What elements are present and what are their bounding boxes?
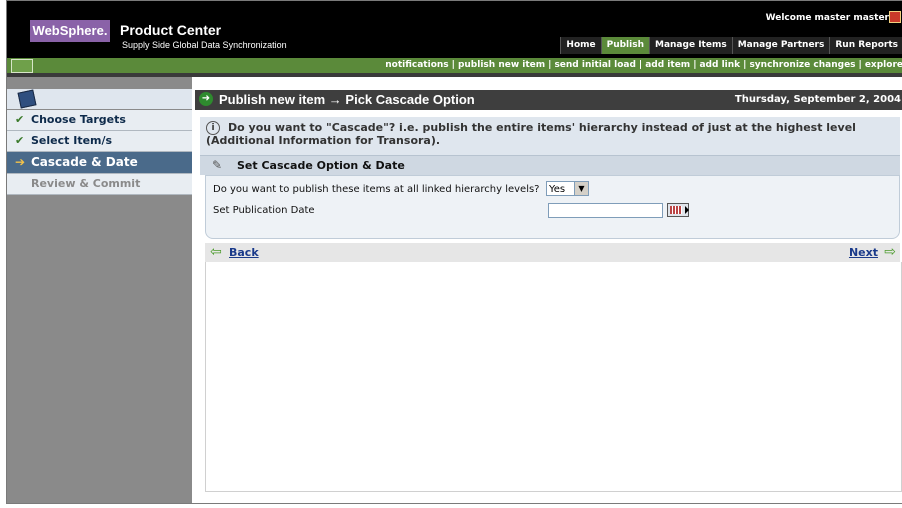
tab-manage-items[interactable]: Manage Items (649, 37, 732, 54)
cascade-form: Do you want to publish these items at al… (205, 175, 900, 239)
content-area (205, 262, 902, 492)
arrow-right-icon: ➔ (15, 155, 26, 169)
section-title: Set Cascade Option & Date (237, 159, 405, 172)
tab-run-reports[interactable]: Run Reports (829, 37, 902, 54)
action-bar: notifications | publish new item | send init… (7, 58, 902, 73)
sidebar-item-choose-targets[interactable]: ✔ Choose Targets (7, 110, 192, 131)
workflow-icon[interactable] (11, 59, 33, 73)
calendar-button[interactable] (667, 203, 689, 217)
back-arrow-icon[interactable]: ⇦ (210, 245, 222, 259)
sidebar-item-select-items[interactable]: ✔ Select Item/s (7, 131, 192, 152)
websphere-logo: WebSphere. (30, 20, 110, 42)
link-notifications[interactable]: notifications (385, 60, 448, 70)
cascade-select[interactable]: Yes ▼ (546, 181, 589, 196)
wizard-nav: ⇦ Back Next ⇨ (205, 243, 900, 262)
calendar-icon (670, 206, 682, 214)
welcome-text: Welcome master master (765, 13, 889, 23)
sidebar-item-label: Choose Targets (31, 113, 126, 126)
main-tabs: Home Publish Manage Items Manage Partner… (560, 37, 902, 54)
header: WebSphere. Product Center Supply Side Gl… (7, 1, 902, 58)
section-header: ✎ Set Cascade Option & Date (200, 155, 900, 175)
date-label: Set Publication Date (213, 205, 315, 216)
sidebar-item-label: Review & Commit (31, 177, 141, 190)
link-publish-new-item[interactable]: publish new item (458, 60, 545, 70)
sidebar-item-label: Cascade & Date (31, 155, 138, 169)
arrow-circle-icon: ➜ (199, 92, 213, 106)
link-add-item[interactable]: add item (645, 60, 690, 70)
sidebar-item-label: Select Item/s (31, 134, 113, 147)
app-window: WebSphere. Product Center Supply Side Gl… (6, 0, 902, 504)
sidebar-header (7, 89, 192, 109)
back-link[interactable]: Back (229, 243, 259, 262)
page-title: Publish new item → Pick Cascade Option (219, 92, 475, 107)
next-link[interactable]: Next (849, 243, 878, 262)
link-add-link[interactable]: add link (699, 60, 740, 70)
link-send-initial-load[interactable]: send initial load (554, 60, 635, 70)
product-name: Product Center (120, 22, 222, 38)
check-icon: ✔ (15, 134, 25, 147)
arrow-right-icon (685, 206, 689, 214)
logo-text: WebSphere. (32, 23, 108, 38)
info-text: Do you want to "Cascade"? i.e. publish t… (206, 121, 856, 147)
check-icon: ✔ (15, 113, 25, 126)
publication-date-input[interactable] (548, 203, 663, 218)
chevron-down-icon[interactable]: ▼ (574, 182, 588, 195)
link-synchronize-changes[interactable]: synchronize changes (749, 60, 855, 70)
sidebar-item-cascade-date[interactable]: ➔ Cascade & Date (7, 152, 192, 174)
tab-home[interactable]: Home (560, 37, 601, 54)
cascade-select-value: Yes (549, 184, 566, 195)
link-explore[interactable]: explore (865, 60, 902, 70)
tab-publish[interactable]: Publish (600, 37, 649, 54)
separator: | (858, 60, 862, 70)
action-links: notifications | publish new item | send init… (385, 58, 902, 73)
flag-icon[interactable] (889, 11, 901, 23)
product-subtitle: Supply Side Global Data Synchronization (122, 40, 287, 50)
sidebar: ✔ Choose Targets ✔ Select Item/s ➔ Casca… (7, 77, 192, 503)
page-date: Thursday, September 2, 2004 (734, 94, 901, 105)
settings-icon: ✎ (212, 158, 223, 172)
info-box: i Do you want to "Cascade"? i.e. publish… (200, 117, 900, 155)
wizard-icon (17, 89, 37, 109)
separator: | (451, 60, 455, 70)
separator: | (638, 60, 643, 70)
tab-manage-partners[interactable]: Manage Partners (731, 37, 830, 54)
page-titlebar: ➜ Publish new item → Pick Cascade Option… (195, 90, 902, 110)
sidebar-item-review-commit: Review & Commit (7, 174, 192, 195)
next-arrow-icon[interactable]: ⇨ (884, 245, 896, 259)
brand-strip (7, 1, 297, 17)
cascade-label: Do you want to publish these items at al… (213, 184, 540, 195)
